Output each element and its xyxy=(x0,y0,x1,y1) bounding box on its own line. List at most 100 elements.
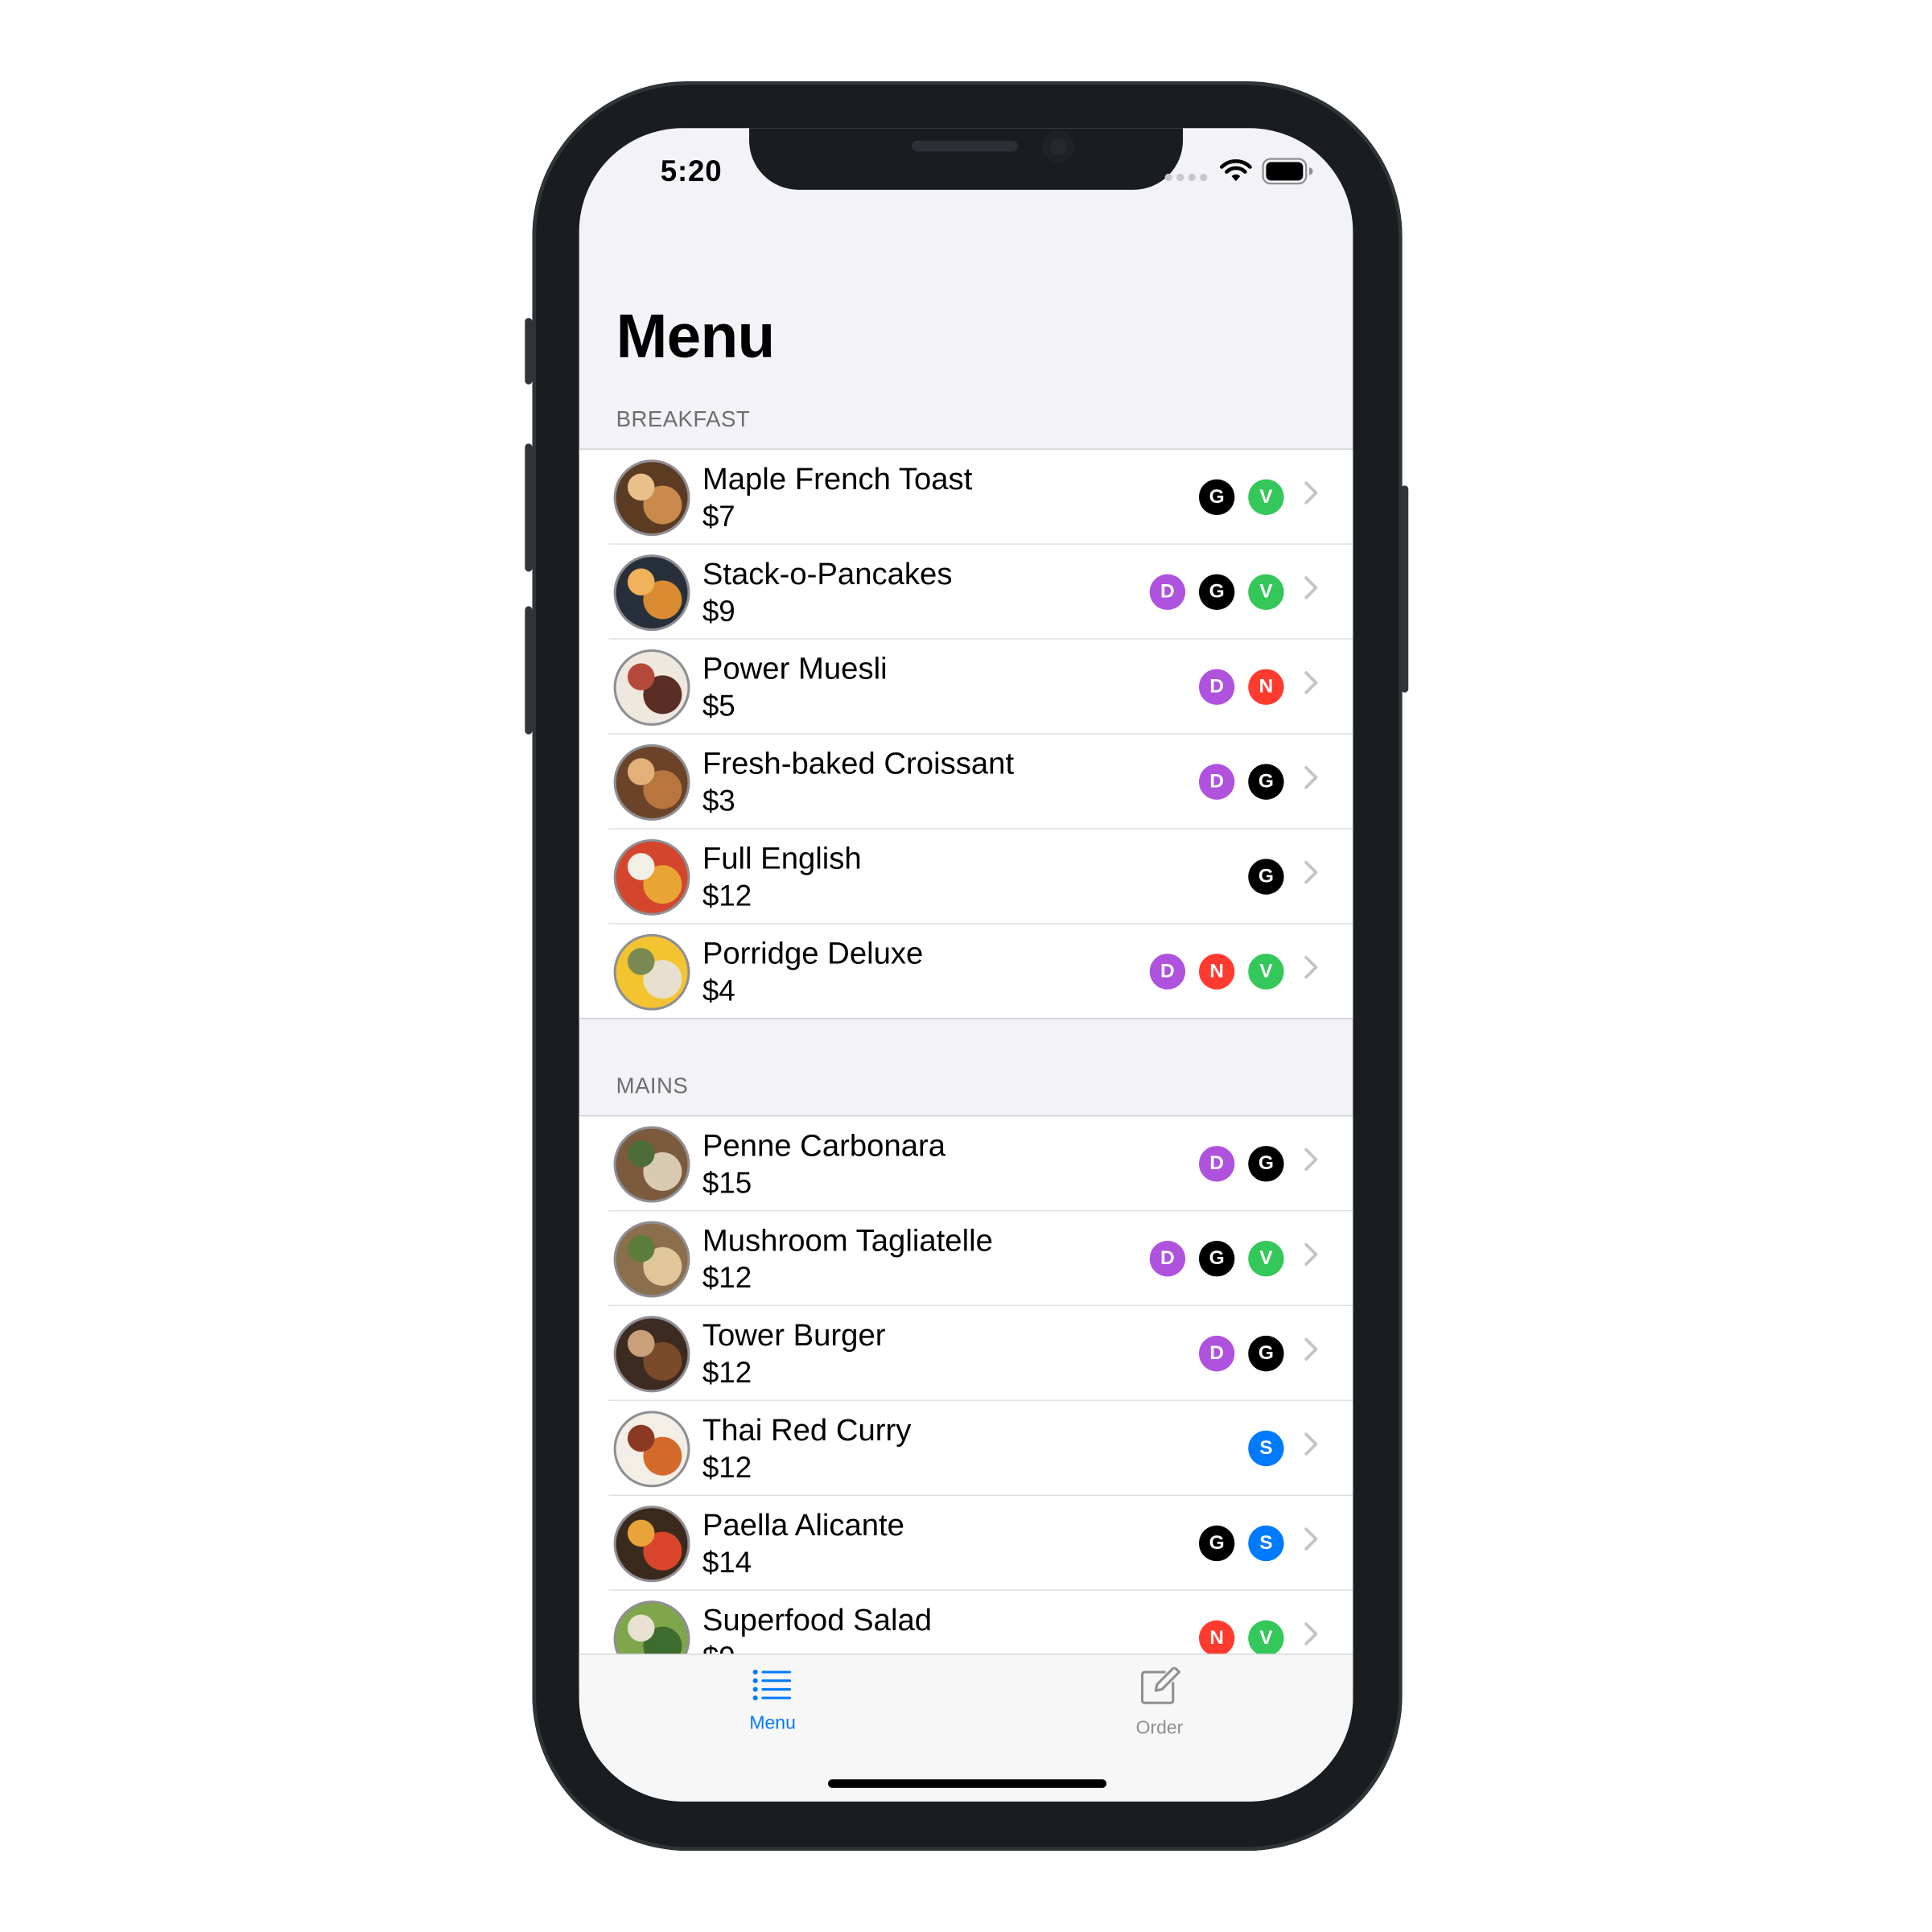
item-name: Superfood Salad xyxy=(702,1603,933,1638)
chevron-right-icon xyxy=(1304,1622,1318,1646)
food-thumbnail xyxy=(613,1411,690,1488)
chevron-right-icon xyxy=(1304,576,1318,599)
food-thumbnail xyxy=(613,1221,690,1298)
dietary-badge: D xyxy=(1198,1146,1235,1182)
dietary-badge: N xyxy=(1198,1620,1235,1657)
food-thumbnail xyxy=(613,459,690,537)
item-name: Porridge Deluxe xyxy=(702,936,924,971)
menu-item-row[interactable]: Mushroom Tagliatelle $12 D G V xyxy=(579,1211,1353,1307)
dietary-badge: V xyxy=(1248,479,1284,516)
front-camera xyxy=(1042,130,1075,163)
dietary-badge: G xyxy=(1198,574,1235,610)
food-thumbnail xyxy=(613,933,690,1011)
chevron-right-icon xyxy=(1304,955,1318,979)
food-thumbnail xyxy=(613,838,690,916)
food-thumbnail xyxy=(613,1316,690,1393)
breakfast-list: Maple French Toast $7 G V Stack-o-Pancakes $9… xyxy=(579,448,1353,1020)
tab-menu[interactable]: Menu xyxy=(698,1667,847,1734)
item-name: Tower Burger xyxy=(702,1318,886,1353)
dietary-badge: S xyxy=(1248,1430,1284,1467)
menu-item-row[interactable]: Power Muesli $5 D N xyxy=(579,640,1353,735)
dietary-badges: DGV xyxy=(1149,574,1284,610)
menu-item-row[interactable]: Porridge Deluxe $4 D N V xyxy=(579,924,1353,1020)
dietary-badge: D xyxy=(1198,669,1235,705)
wifi-icon xyxy=(1219,159,1252,182)
chevron-right-icon xyxy=(1304,1242,1318,1267)
dietary-badges: DG xyxy=(1198,764,1284,800)
dietary-badge: V xyxy=(1248,1620,1284,1657)
tab-order[interactable]: Order xyxy=(1085,1666,1234,1739)
menu-item-row[interactable]: Fresh-baked Croissant $3 D G xyxy=(579,735,1353,830)
power-button xyxy=(1401,485,1409,693)
item-price: $12 xyxy=(702,1356,752,1390)
home-indicator xyxy=(828,1779,1107,1788)
volume-up-button xyxy=(525,443,533,572)
menu-item-row[interactable]: Paella Alicante $14 G S xyxy=(579,1496,1353,1591)
dietary-badges: G xyxy=(1248,859,1284,895)
item-name: Paella Alicante xyxy=(702,1508,904,1543)
dietary-badges: DGV xyxy=(1149,1241,1284,1277)
menu-item-row[interactable]: Stack-o-Pancakes $9 D G V xyxy=(579,545,1353,640)
dietary-badges: GV xyxy=(1198,479,1284,516)
item-price: $15 xyxy=(702,1167,752,1201)
dietary-badge: G xyxy=(1248,1146,1284,1182)
chevron-right-icon xyxy=(1304,1527,1318,1551)
item-name: Stack-o-Pancakes xyxy=(702,557,953,592)
item-price: $9 xyxy=(702,595,735,628)
mains-list: Penne Carbonara $15 D G Mushroom Tagliatelle… xyxy=(579,1114,1353,1686)
chevron-right-icon xyxy=(1304,1337,1318,1361)
dietary-badge: G xyxy=(1198,1525,1235,1562)
food-thumbnail xyxy=(613,1126,690,1203)
menu-item-row[interactable]: Full English $12 G xyxy=(579,830,1353,925)
dietary-badge: N xyxy=(1198,954,1235,990)
item-name: Fresh-baked Croissant xyxy=(702,746,1015,781)
dietary-badges: DG xyxy=(1198,1146,1284,1182)
menu-item-row[interactable]: Penne Carbonara $15 D G xyxy=(579,1116,1353,1212)
dietary-badge: D xyxy=(1149,954,1186,990)
dietary-badge: V xyxy=(1248,574,1284,610)
item-price: $7 xyxy=(702,500,735,534)
chevron-right-icon xyxy=(1304,766,1318,789)
item-price: $3 xyxy=(702,785,735,818)
dietary-badges: NV xyxy=(1198,1620,1284,1657)
mute-switch xyxy=(525,318,533,385)
dietary-badge: G xyxy=(1198,479,1235,516)
item-price: $5 xyxy=(702,690,735,723)
menu-item-row[interactable]: Tower Burger $12 D G xyxy=(579,1306,1353,1402)
screen: 5:20 ●●●● Menu BREAKFAST Maple French To… xyxy=(579,128,1353,1802)
item-name: Power Muesli xyxy=(702,652,888,686)
chevron-right-icon xyxy=(1304,671,1318,694)
item-name: Mushroom Tagliatelle xyxy=(702,1223,993,1258)
dietary-badge: G xyxy=(1198,1241,1235,1277)
dietary-badge: V xyxy=(1248,1241,1284,1277)
item-name: Thai Red Curry xyxy=(702,1413,912,1448)
food-thumbnail xyxy=(613,554,690,632)
dietary-badge: G xyxy=(1248,764,1284,800)
menu-item-row[interactable]: Maple French Toast $7 G V xyxy=(579,450,1353,545)
dietary-badge: G xyxy=(1248,1335,1284,1372)
menu-item-row[interactable]: Thai Red Curry $12 S xyxy=(579,1401,1353,1496)
item-price: $14 xyxy=(702,1546,752,1580)
chevron-right-icon xyxy=(1304,1147,1318,1172)
battery-icon xyxy=(1262,158,1313,185)
item-name: Penne Carbonara xyxy=(702,1128,946,1164)
dietary-badge: D xyxy=(1198,1335,1235,1372)
volume-down-button xyxy=(525,606,533,735)
dietary-badge: D xyxy=(1198,764,1235,800)
tab-order-label: Order xyxy=(1135,1717,1184,1739)
food-thumbnail xyxy=(613,1506,690,1583)
dietary-badge: V xyxy=(1248,954,1284,990)
section-header-breakfast: BREAKFAST xyxy=(616,406,751,431)
dietary-badge: D xyxy=(1149,1241,1186,1277)
tab-menu-label: Menu xyxy=(749,1712,796,1734)
dietary-badge: N xyxy=(1248,669,1284,705)
row-separator xyxy=(579,1017,1353,1020)
status-time: 5:20 xyxy=(660,154,723,189)
dietary-badge: D xyxy=(1149,574,1186,610)
item-name: Full English xyxy=(702,841,862,876)
chevron-right-icon xyxy=(1304,1432,1318,1456)
signal-icon: ●●●● xyxy=(1163,166,1210,187)
dietary-badges: DG xyxy=(1198,1335,1284,1372)
item-price: $4 xyxy=(702,974,735,1008)
dietary-badges: DN xyxy=(1198,669,1284,705)
